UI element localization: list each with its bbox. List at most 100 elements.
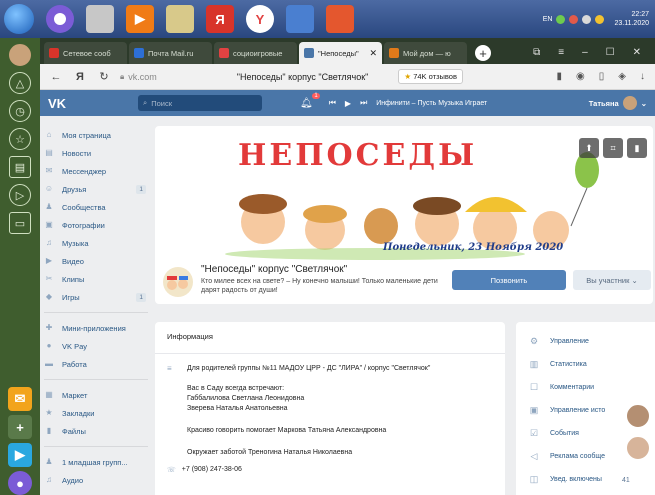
menu-item[interactable]: ♫ Музыка (44, 234, 148, 252)
player-track-text[interactable]: Инфинити – Пусть Музыка Играет (376, 100, 487, 107)
extension-badge-icon[interactable]: ◈ (618, 71, 626, 82)
menu-item[interactable]: ▣ Фотографии (44, 216, 148, 234)
yandex-icon[interactable]: Я (206, 5, 234, 33)
collections-icon[interactable]: ▤ (9, 156, 31, 178)
blank-window-icon[interactable] (86, 5, 114, 33)
phone-number[interactable]: +7 (908) 247-38-06 (182, 466, 242, 474)
bookmark-icon[interactable]: ▮ (557, 71, 563, 82)
menu-item[interactable]: ● VK Pay (44, 337, 148, 355)
yandex-browser-icon[interactable]: Y (246, 5, 274, 33)
minimize-icon[interactable]: – (582, 47, 588, 58)
user-menu[interactable]: Татьяна ⌄ (589, 96, 655, 110)
clock[interactable]: 22:27 23.11.2020 (614, 10, 649, 28)
history-clock-icon[interactable]: ◷ (9, 100, 31, 122)
menu-item[interactable]: ♟ 1 младшая групп... (44, 453, 148, 471)
menu-item[interactable]: ▤ Новости (44, 144, 148, 162)
mail-app-icon[interactable]: ✉ (8, 387, 32, 411)
media-player-icon[interactable]: ▶ (126, 5, 154, 33)
group-name: "Непоседы" корпус "Светлячок" (201, 264, 348, 275)
add-app-icon[interactable]: + (8, 415, 32, 439)
downloads-arrow-icon[interactable]: ↓ (640, 71, 645, 82)
audio-icon: ♫ (46, 475, 52, 484)
start-button[interactable] (4, 4, 34, 34)
back-icon[interactable]: ← (48, 71, 64, 83)
trash-icon[interactable]: ▮ (627, 138, 647, 158)
menu-item[interactable]: ♫ Аудио (44, 471, 148, 489)
management-item[interactable]: ◫ Увед. включены (516, 468, 655, 491)
language-indicator[interactable]: EN (543, 16, 553, 23)
alice-app-icon[interactable]: ● (8, 471, 32, 495)
close-window-icon[interactable]: ✕ (633, 47, 641, 58)
chat-avatar[interactable] (625, 403, 651, 429)
tab[interactable]: Мой дом — ю (384, 42, 467, 64)
group-avatar[interactable] (163, 267, 193, 297)
tab-active[interactable]: "Непоседы" ✕ (299, 42, 382, 64)
vk-search-input[interactable]: ⌕ Поиск (138, 95, 262, 111)
address-field[interactable]: 🔒︎ vk.com (120, 68, 157, 86)
sidebar-apps: ✉ + ▶ ● (0, 383, 40, 495)
photo-viewer-icon[interactable] (286, 5, 314, 33)
menu-item[interactable]: ✚ Мини-приложения (44, 319, 148, 337)
info-line: Окружает заботой Треногина Наталья Никол… (187, 449, 353, 456)
next-track-icon[interactable]: ⏭︎ (360, 98, 367, 108)
menu-item[interactable]: ▶ Видео (44, 252, 148, 270)
tab[interactable]: Сетевое сооб (44, 42, 127, 64)
downloads-icon[interactable]: ▭ (9, 212, 31, 234)
menu-item[interactable]: ★ Закладки (44, 404, 148, 422)
phone-icon: ☏ (167, 467, 176, 474)
tab-favicon (389, 48, 399, 58)
management-item-label: Комментарии (550, 384, 595, 391)
management-item-label: Управление (550, 338, 589, 345)
network-icon[interactable] (556, 14, 566, 24)
reviews-label: 74K отзывов (413, 72, 457, 81)
management-item[interactable]: ⚙ Управление (516, 330, 655, 353)
media-app-icon[interactable]: ▶ (8, 443, 32, 467)
extensions-icon[interactable]: ▯ (599, 71, 605, 82)
prev-track-icon[interactable]: ⏮︎ (329, 98, 336, 108)
crop-icon[interactable]: ⌗ (603, 138, 623, 158)
favorites-star-icon[interactable]: ☆ (9, 128, 31, 150)
menu-item[interactable]: ✂ Клипы (44, 270, 148, 288)
tab-close-icon[interactable]: ✕ (369, 48, 377, 59)
reviews-badge[interactable]: ★ 74K отзывов (398, 69, 463, 84)
call-button[interactable]: Позвонить (452, 270, 566, 290)
cloud-icon[interactable] (595, 14, 605, 24)
management-item[interactable]: ▥ Статистика (516, 353, 655, 376)
presentation-icon[interactable] (326, 5, 354, 33)
play-icon[interactable]: ▶ (345, 99, 351, 108)
menu-item[interactable]: ▮ Файлы (44, 422, 148, 440)
management-item[interactable]: ☐ Комментарии (516, 376, 655, 399)
menu-item[interactable]: ♟ Сообщества (44, 198, 148, 216)
tab[interactable]: социоигровые (214, 42, 297, 64)
menu-item[interactable]: ✉ Мессенджер (44, 162, 148, 180)
menu-item[interactable]: ▬ Работа (44, 355, 148, 373)
menu-icon[interactable]: ≡ (558, 47, 564, 58)
child-hat (465, 197, 527, 212)
notepad-icon[interactable] (166, 5, 194, 33)
member-button[interactable]: Вы участник ⌄ (573, 270, 651, 290)
tab[interactable]: Почта Mail.ru (129, 42, 212, 64)
vk-audio-player: ⏮︎ ▶ ⏭︎ Инфинити – Пусть Музыка Играет (329, 98, 488, 108)
menu-item[interactable]: ☺ Друзья 1 (44, 180, 148, 198)
vk-logo[interactable]: VK (48, 96, 138, 111)
notifications-icon[interactable]: 🔔︎ 1 (300, 92, 320, 109)
profile-icon[interactable] (9, 44, 31, 66)
system-tray: EN 22:27 23.11.2020 (543, 10, 655, 28)
antivirus-icon[interactable] (569, 14, 579, 24)
group-status[interactable]: Кто милее всех на свете? – Ну конечно ма… (201, 277, 441, 295)
upload-icon[interactable]: ⬆ (579, 138, 599, 158)
new-tab-button[interactable]: + (475, 45, 491, 61)
menu-item[interactable]: ▦ Маркет (44, 386, 148, 404)
chat-avatar[interactable] (625, 435, 651, 461)
media-play-icon[interactable]: ▷ (9, 184, 31, 206)
menu-item[interactable]: ⌂ Моя страница (44, 126, 148, 144)
reload-icon[interactable]: ↻ (96, 70, 112, 83)
maximize-icon[interactable]: ☐ (606, 47, 615, 58)
protect-icon[interactable]: ◉ (576, 71, 585, 82)
tab-menu-icon[interactable]: ⧉ (533, 47, 540, 58)
volume-icon[interactable] (582, 14, 592, 24)
app-circle-icon[interactable] (46, 5, 74, 33)
yandex-home-icon[interactable]: Я (72, 71, 88, 83)
notifications-bell-icon[interactable]: △ (9, 72, 31, 94)
menu-item[interactable]: ◆ Игры 1 (44, 288, 148, 306)
